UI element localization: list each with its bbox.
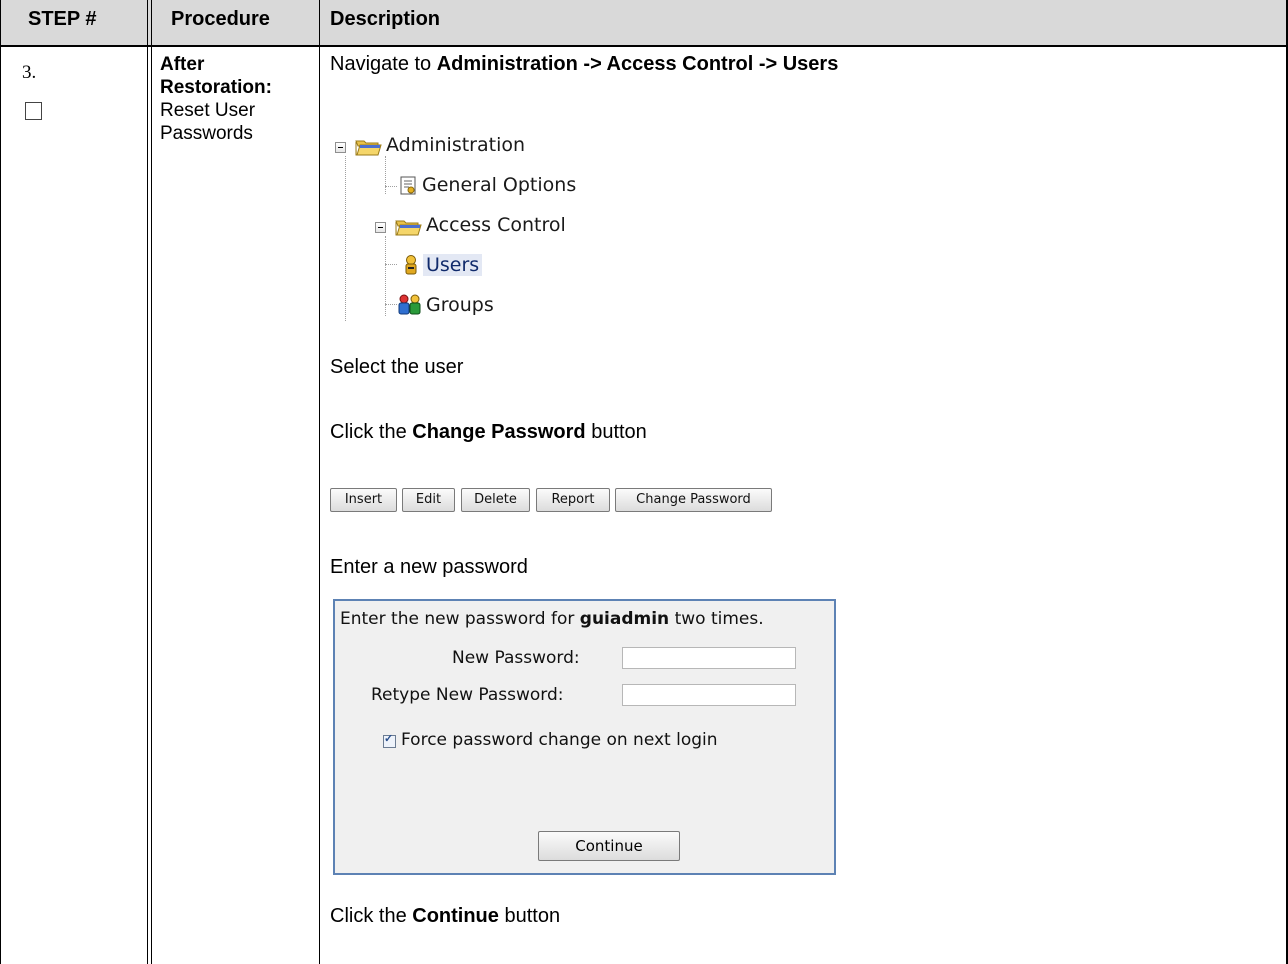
dialog-username: guiadmin [579,609,670,629]
column-divider-step [147,0,148,964]
force-change-label: Force password change on next login [401,730,718,750]
continue-button[interactable]: Continue [538,831,680,861]
groups-icon [398,294,421,315]
enter-password-instruction: Enter a new password [330,556,528,578]
column-divider-step-inner [151,0,152,964]
tree-item-administration[interactable]: Administration [386,134,525,156]
collapse-administration-icon[interactable] [335,142,346,153]
table-border-left [0,0,1,964]
change-password-button[interactable]: Change Password [615,488,772,512]
procedure-cell: After Restoration: Reset User Passwords [160,53,310,145]
procedure-title: After Restoration: [160,54,272,98]
header-step: STEP # [28,8,97,30]
report-button[interactable]: Report [536,488,610,512]
document-icon [400,176,416,195]
header-procedure: Procedure [171,8,270,30]
column-divider-procedure [319,0,320,964]
delete-button[interactable]: Delete [461,488,530,512]
retype-password-label: Retype New Password: [371,685,564,705]
change-password-dialog: Enter the new password for guiadmin two … [333,599,836,875]
folder-open-icon [395,220,422,236]
user-icon [405,255,417,275]
navigation-path: Administration -> Access Control -> User… [436,53,839,75]
insert-button[interactable]: Insert [330,488,397,512]
step-number: 3. [22,62,37,83]
new-password-label: New Password: [452,648,580,668]
navigate-instruction: Navigate to Administration -> Access Con… [330,53,839,75]
continue-instruction: Click the Continue button [330,905,561,927]
collapse-access-control-icon[interactable] [375,222,386,233]
force-change-checkbox[interactable] [383,732,396,748]
change-password-instruction: Click the Change Password button [330,421,647,443]
step-checkbox[interactable] [25,102,42,120]
tree-item-general-options[interactable]: General Options [422,174,576,196]
tree-item-users[interactable]: Users [423,254,483,276]
dialog-intro: Enter the new password for guiadmin two … [340,609,764,629]
navigation-tree: Administration General Options Access Co… [330,128,650,323]
header-description: Description [330,8,441,30]
tree-item-access-control[interactable]: Access Control [426,214,566,236]
tree-item-groups[interactable]: Groups [426,294,494,316]
procedure-text: Reset User Passwords [160,100,256,144]
folder-open-icon [355,140,382,156]
retype-password-field[interactable] [622,684,796,706]
edit-button[interactable]: Edit [402,488,455,512]
new-password-field[interactable] [622,647,796,669]
select-user-instruction: Select the user [330,356,464,378]
